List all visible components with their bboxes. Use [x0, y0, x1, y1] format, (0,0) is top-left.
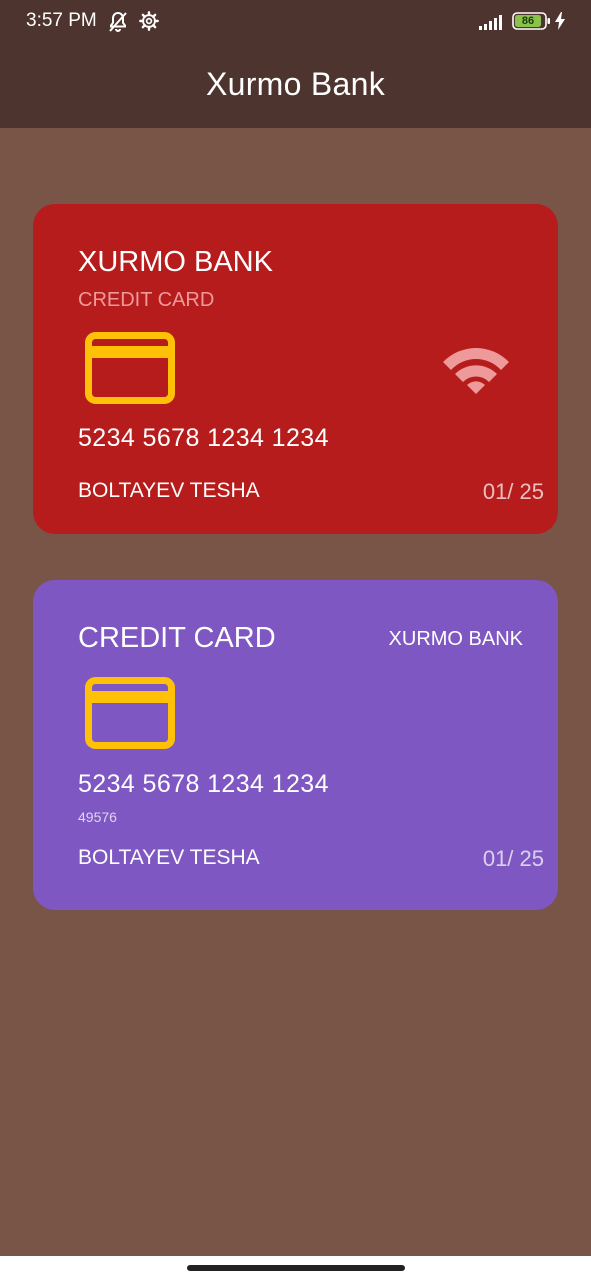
signal-icon [478, 13, 506, 36]
card-cvv: 49576 [78, 809, 117, 825]
app-title: Xurmo Bank [205, 65, 386, 102]
card-type-label: CREDIT CARD [78, 622, 276, 654]
card-bank-name: XURMO BANK [78, 246, 273, 278]
notifications-off-icon [106, 10, 130, 39]
contactless-wifi-icon [441, 342, 511, 399]
credit-card-red[interactable]: XURMO BANK CREDIT CARD 5234 5678 1234 12… [33, 204, 558, 534]
card-number: 5234 5678 1234 1234 [78, 424, 329, 452]
card-bank-name: XURMO BANK [388, 628, 523, 650]
card-number: 5234 5678 1234 1234 [78, 770, 329, 798]
app-bar: Xurmo Bank [0, 44, 591, 128]
card-holder-name: BOLTAYEV TESHA [78, 846, 260, 869]
battery-level: 86 [521, 15, 535, 27]
credit-card-icon [85, 332, 175, 409]
charging-bolt-icon [554, 12, 566, 35]
card-type-label: CREDIT CARD [78, 289, 215, 311]
credit-card-icon [85, 677, 175, 754]
status-bar: 3:57 PM 86 [0, 0, 591, 44]
home-indicator[interactable] [187, 1265, 405, 1271]
card-expiry: 01/ 25 [482, 479, 544, 504]
settings-gear-icon [138, 10, 160, 37]
status-time: 3:57 PM [26, 10, 97, 31]
gesture-nav-bar [0, 1256, 591, 1280]
credit-card-purple[interactable]: CREDIT CARD XURMO BANK 5234 5678 1234 12… [33, 580, 558, 910]
battery-icon: 86 [512, 12, 552, 30]
card-expiry: 01/ 25 [482, 846, 544, 871]
card-holder-name: BOLTAYEV TESHA [78, 479, 260, 502]
